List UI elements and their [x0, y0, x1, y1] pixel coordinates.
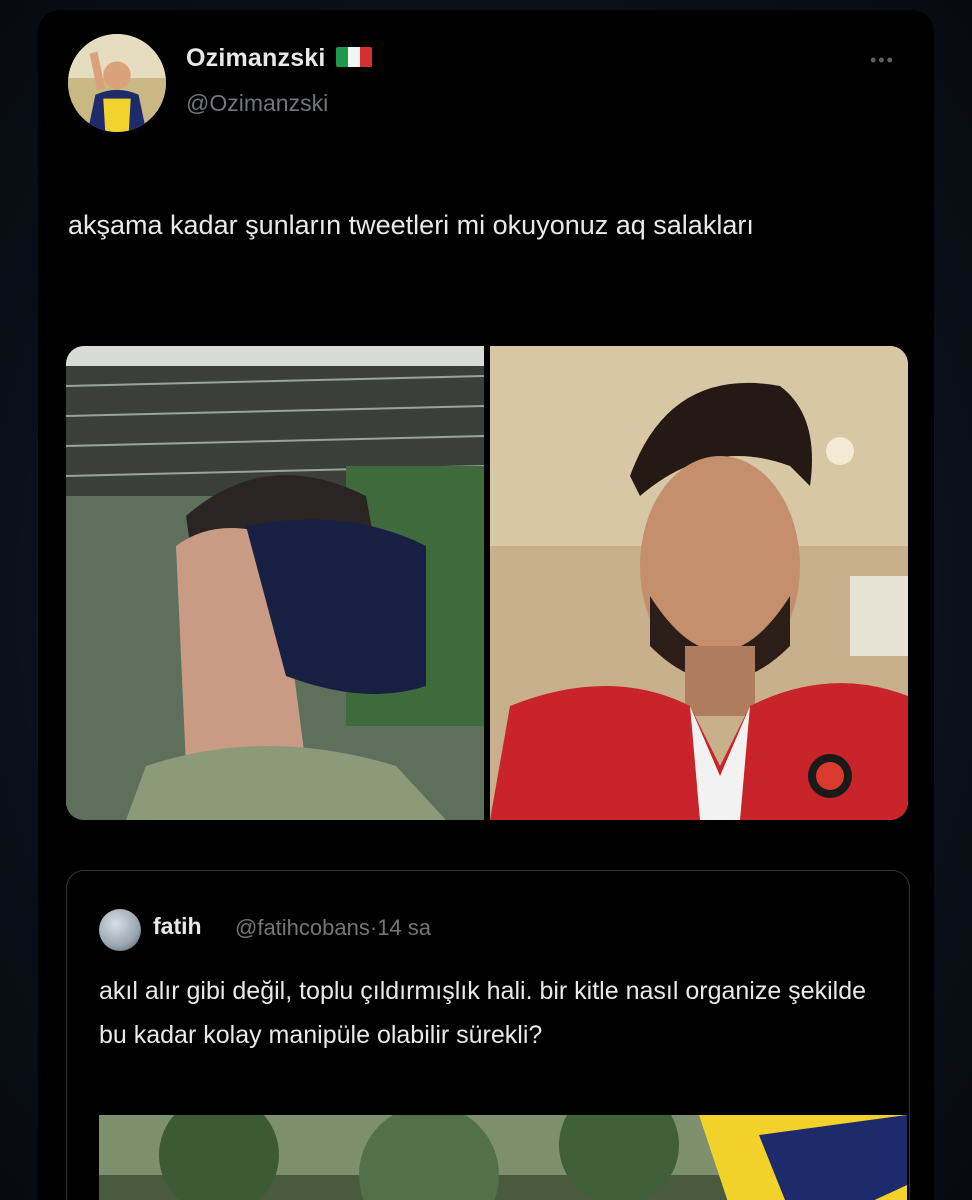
- author-display-name[interactable]: Ozimanzski: [186, 44, 372, 73]
- tweet-card[interactable]: Ozimanzski @Ozimanzski ••• akşama kadar …: [38, 10, 934, 1200]
- quoted-author-meta: @fatihcobans·14 sa: [235, 915, 431, 941]
- quoted-author-name[interactable]: fatih: [153, 913, 202, 940]
- quoted-tweet-text: akıl alır gibi değil, toplu çıldırmışlık…: [99, 977, 867, 1049]
- tweet-text: akşama kadar şunların tweetleri mi okuyo…: [68, 210, 754, 240]
- quoted-author-avatar[interactable]: [99, 909, 141, 951]
- author-name-text[interactable]: Ozimanzski: [186, 44, 326, 72]
- more-options-icon[interactable]: •••: [870, 50, 895, 71]
- italy-flag-icon: [335, 47, 372, 68]
- author-handle[interactable]: @Ozimanzski: [186, 90, 328, 117]
- quoted-tweet[interactable]: fatih @fatihcobans·14 sa akıl alır gibi …: [66, 870, 910, 1200]
- tweet-photo-left[interactable]: [66, 346, 484, 820]
- tweet-photo-right[interactable]: [490, 346, 908, 820]
- screen-background: Ozimanzski @Ozimanzski ••• akşama kadar …: [0, 0, 972, 1200]
- quoted-tweet-photo[interactable]: [99, 1115, 907, 1200]
- author-avatar[interactable]: [68, 34, 166, 132]
- quoted-tweet-time[interactable]: 14 sa: [377, 915, 431, 940]
- quoted-author-handle[interactable]: @fatihcobans: [235, 915, 370, 940]
